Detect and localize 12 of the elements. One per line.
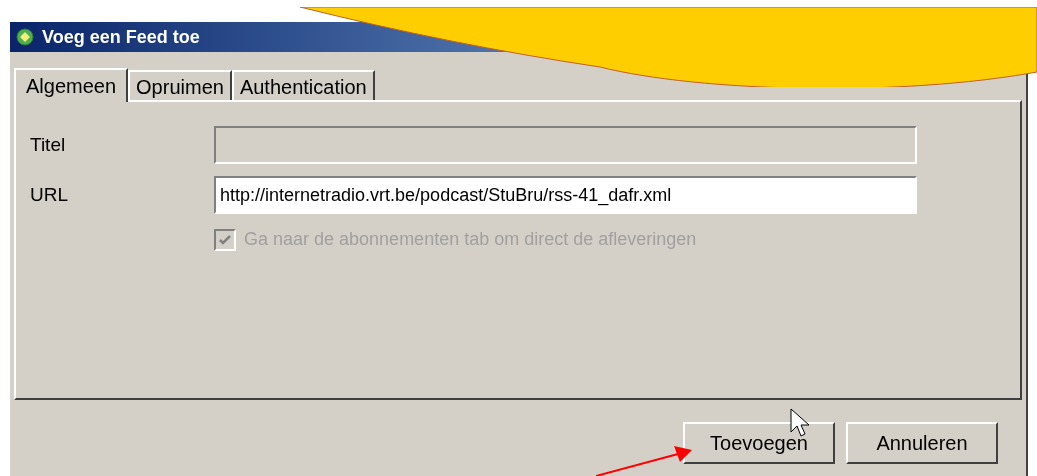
checkmark-icon [218, 232, 232, 247]
tab[interactable]: Opruimen [128, 70, 232, 100]
dialog-button[interactable]: Toevoegen [683, 422, 835, 464]
input-field[interactable]: http://internetradio.vrt.be/podcast/StuBru/rss-41_dafr.xml [214, 176, 917, 214]
field-label: Titel [30, 132, 67, 157]
tab[interactable]: Authentication [231, 70, 375, 100]
dialog-button[interactable]: Annuleren [846, 422, 998, 464]
field-label: URL [30, 182, 69, 207]
tab[interactable]: Algemeen [14, 68, 129, 102]
window-title: Voeg een Feed toe [42, 25, 200, 49]
app-icon [16, 28, 34, 46]
cursor-icon [790, 408, 812, 438]
